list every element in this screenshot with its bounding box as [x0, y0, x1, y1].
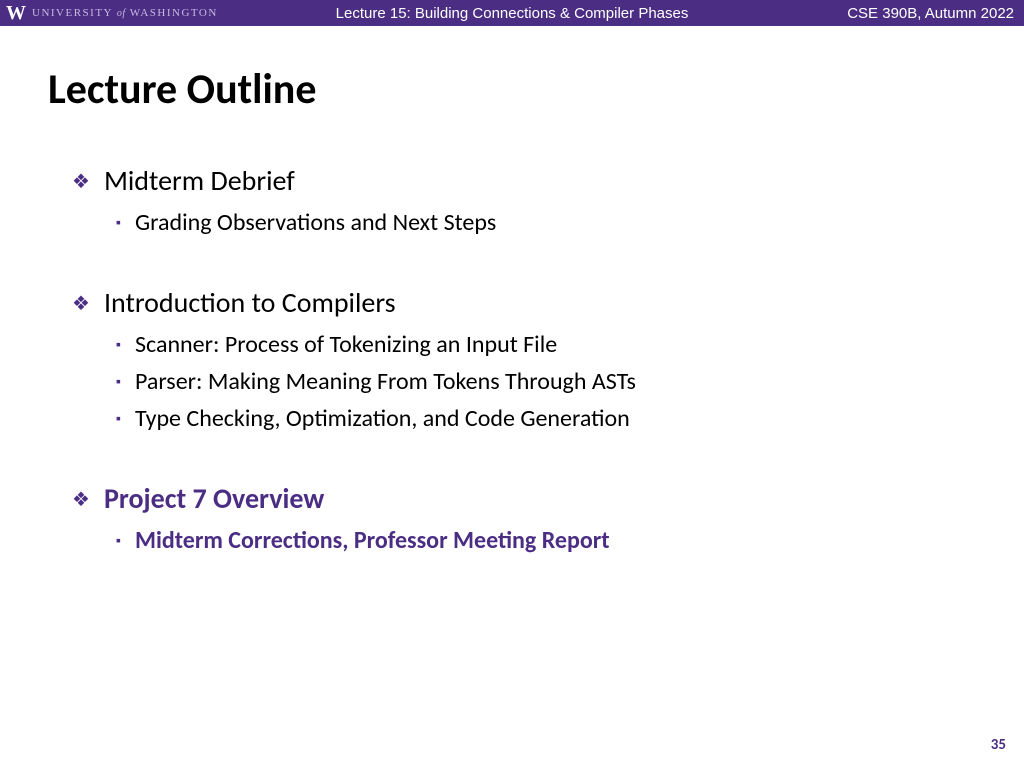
section-heading: ❖ Midterm Debrief: [48, 163, 976, 198]
uw-w-icon: W: [6, 2, 26, 25]
heading-text: Project 7 Overview: [104, 481, 324, 516]
page-number: 35: [991, 736, 1006, 754]
square-bullet-icon: ▪: [116, 373, 121, 390]
square-bullet-icon: ▪: [116, 532, 121, 549]
univ-part2: WASHINGTON: [130, 7, 218, 19]
outline-section-0: ❖ Midterm Debrief ▪ Grading Observations…: [48, 163, 976, 237]
lecture-title: Lecture 15: Building Connections & Compi…: [336, 5, 689, 22]
header-bar: W UNIVERSITY of WASHINGTON Lecture 15: B…: [0, 0, 1024, 26]
university-name: UNIVERSITY of WASHINGTON: [32, 7, 218, 19]
square-bullet-icon: ▪: [116, 214, 121, 231]
section-heading: ❖ Project 7 Overview: [48, 481, 976, 516]
item-text: Midterm Corrections, Professor Meeting R…: [135, 526, 610, 555]
list-item: ▪ Scanner: Process of Tokenizing an Inpu…: [48, 330, 976, 359]
item-text: Grading Observations and Next Steps: [135, 208, 496, 237]
item-text: Parser: Making Meaning From Tokens Throu…: [135, 367, 636, 396]
outline-section-2: ❖ Project 7 Overview ▪ Midterm Correctio…: [48, 481, 976, 555]
list-item: ▪ Grading Observations and Next Steps: [48, 208, 976, 237]
square-bullet-icon: ▪: [116, 410, 121, 427]
section-heading: ❖ Introduction to Compilers: [48, 285, 976, 320]
univ-part1: UNIVERSITY: [32, 7, 113, 19]
diamond-bullet-icon: ❖: [72, 291, 90, 316]
item-text: Scanner: Process of Tokenizing an Input …: [135, 330, 557, 359]
univ-of: of: [117, 8, 126, 19]
outline-section-1: ❖ Introduction to Compilers ▪ Scanner: P…: [48, 285, 976, 433]
slide-content: Lecture Outline ❖ Midterm Debrief ▪ Grad…: [0, 26, 1024, 555]
heading-text: Midterm Debrief: [104, 163, 295, 198]
list-item: ▪ Type Checking, Optimization, and Code …: [48, 404, 976, 433]
slide-title: Lecture Outline: [48, 64, 976, 115]
diamond-bullet-icon: ❖: [72, 169, 90, 194]
list-item: ▪ Parser: Making Meaning From Tokens Thr…: [48, 367, 976, 396]
heading-text: Introduction to Compilers: [104, 285, 396, 320]
course-info: CSE 390B, Autumn 2022: [847, 5, 1014, 22]
list-item: ▪ Midterm Corrections, Professor Meeting…: [48, 526, 976, 555]
square-bullet-icon: ▪: [116, 336, 121, 353]
item-text: Type Checking, Optimization, and Code Ge…: [135, 404, 630, 433]
uw-logo: W UNIVERSITY of WASHINGTON: [0, 2, 218, 25]
diamond-bullet-icon: ❖: [72, 487, 90, 512]
